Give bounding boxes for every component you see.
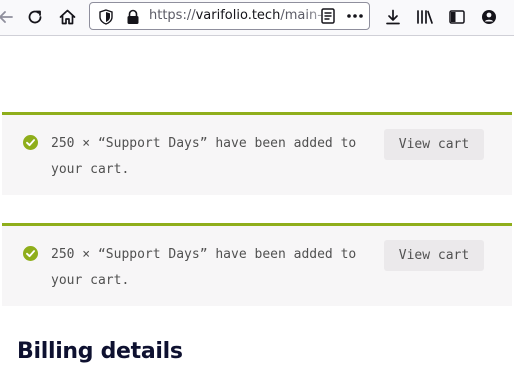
cart-added-notice: 250 × “Support Days” have been added to … — [2, 223, 512, 306]
more-icon[interactable] — [346, 8, 364, 24]
check-circle-icon — [23, 246, 38, 261]
lock-icon[interactable] — [126, 9, 140, 25]
downloads-button[interactable] — [382, 6, 404, 28]
view-cart-button[interactable]: View cart — [384, 240, 484, 271]
shield-icon[interactable] — [99, 9, 113, 25]
account-button[interactable] — [478, 6, 500, 28]
url-host: varifolio.tech — [195, 8, 281, 23]
address-bar[interactable]: https://varifolio.tech/main- — [89, 2, 370, 30]
notice-message: 250 × “Support Days” have been added to … — [51, 136, 357, 177]
notice-message: 250 × “Support Days” have been added to … — [51, 247, 357, 288]
browser-toolbar: https://varifolio.tech/main- — [0, 0, 514, 36]
reader-view-icon[interactable] — [321, 8, 335, 24]
home-button[interactable] — [56, 6, 78, 28]
billing-details-heading: Billing details — [17, 339, 183, 364]
sidebar-button[interactable] — [446, 6, 468, 28]
url-scheme: https:// — [149, 8, 196, 23]
account-icon — [482, 10, 496, 24]
download-icon — [386, 9, 400, 25]
library-button[interactable] — [414, 6, 436, 28]
library-icon — [417, 10, 433, 24]
back-arrow-icon — [0, 11, 13, 23]
sidebar-icon — [449, 10, 465, 24]
cart-added-notice: 250 × “Support Days” have been added to … — [2, 112, 512, 195]
check-circle-icon — [23, 135, 38, 150]
view-cart-button[interactable]: View cart — [384, 129, 484, 160]
reload-button[interactable] — [24, 6, 46, 28]
reload-icon — [28, 10, 42, 24]
back-button[interactable] — [0, 6, 16, 28]
home-icon — [59, 9, 75, 25]
